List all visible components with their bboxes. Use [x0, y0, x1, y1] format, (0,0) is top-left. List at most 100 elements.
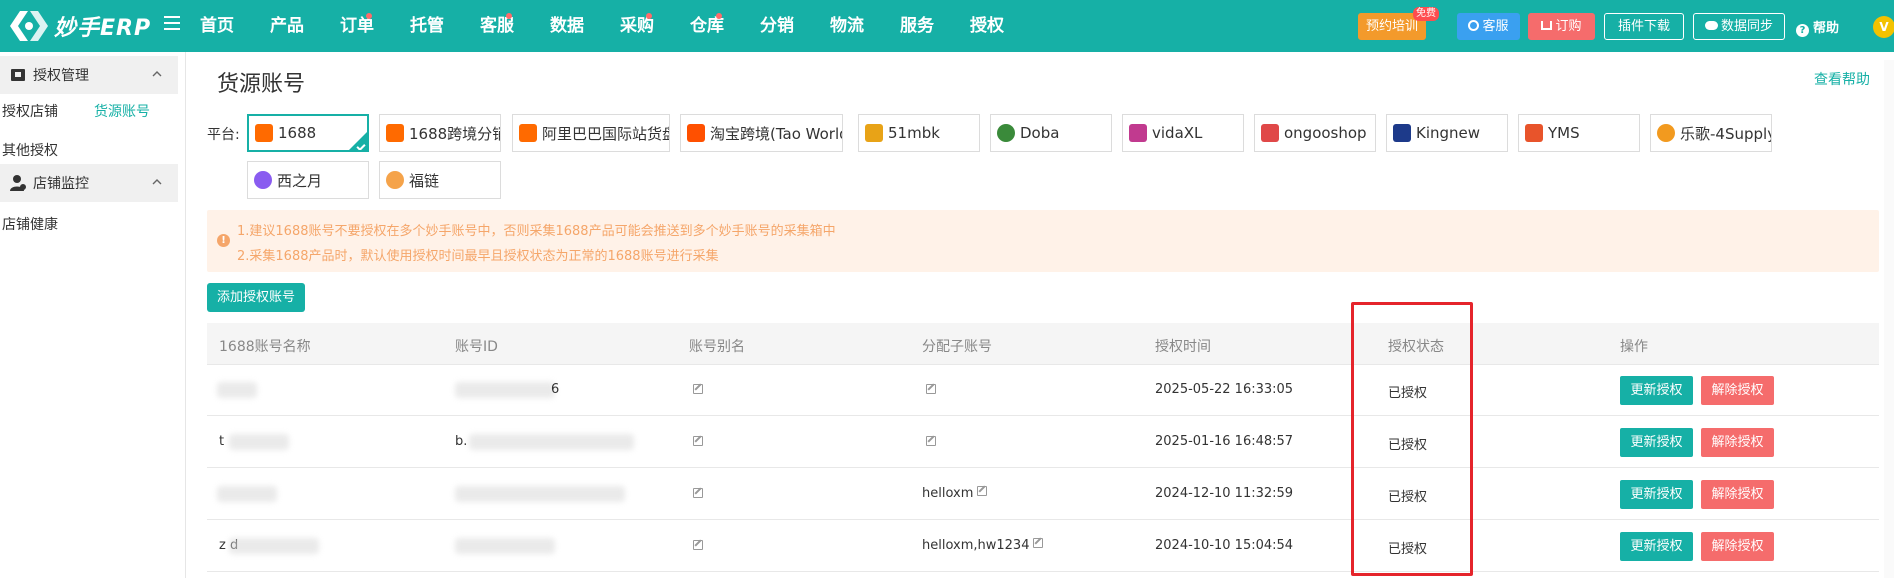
plugin-download-button[interactable]: 插件下载: [1604, 13, 1684, 40]
xizhiyue-icon: [254, 171, 272, 189]
nav-item-services[interactable]: 服务: [900, 0, 970, 52]
nav-item-logistics[interactable]: 物流: [830, 0, 900, 52]
platform-option-xizhiyue[interactable]: 西之月: [247, 161, 369, 199]
sidebar-item-authorized-stores[interactable]: 授权店铺: [2, 101, 58, 121]
add-authorized-account-button[interactable]: 添加授权账号: [207, 283, 305, 312]
kingnew-icon: [1393, 124, 1411, 142]
order-button[interactable]: 订购: [1528, 13, 1595, 40]
notice-line-2: 2.采集1688产品时，默认使用授权时间最早且授权状态为正常的1688账号进行采…: [237, 249, 719, 264]
store-icon: [11, 69, 25, 81]
auth-time: 2024-10-10 15:04:54: [1155, 538, 1294, 553]
edit-alias-icon[interactable]: [693, 488, 703, 498]
edit-subaccount-icon[interactable]: [977, 486, 988, 496]
nav-item-purchase[interactable]: 采购: [620, 0, 690, 52]
revoke-auth-button[interactable]: 解除授权: [1701, 376, 1774, 405]
logo[interactable]: 妙手ERP: [8, 8, 151, 44]
data-sync-button[interactable]: 数据同步: [1693, 13, 1785, 40]
platform-option-51mbk[interactable]: 51mbk: [858, 114, 980, 152]
platform-option-1688-cross-border[interactable]: 1688跨境分销: [379, 114, 501, 152]
column-header-auth-time: 授权时间: [1155, 339, 1211, 355]
nav-item-home[interactable]: 首页: [200, 0, 270, 52]
sidebar-item-store-health[interactable]: 店铺健康: [2, 214, 58, 234]
platform-option-vidaxl[interactable]: vidaXL: [1122, 114, 1244, 152]
chevron-up-icon: [152, 71, 162, 77]
platform-option-taobao-world[interactable]: 淘宝跨境(Tao World): [680, 114, 843, 152]
account-name: t: [219, 434, 225, 449]
platform-option-doba[interactable]: Doba: [990, 114, 1112, 152]
help-link[interactable]: ? 帮助: [1796, 17, 1839, 37]
redacted-id: [469, 434, 634, 450]
update-auth-button[interactable]: 更新授权: [1620, 376, 1693, 405]
question-icon: ?: [1796, 24, 1809, 37]
platform-option-1688[interactable]: 1688: [247, 114, 369, 152]
table-row: helloxm 2024-12-10 11:32:59 已授权 更新授权 解除授…: [207, 469, 1879, 520]
user-monitor-icon: [10, 175, 26, 191]
chevron-up-icon: [152, 179, 162, 185]
edit-alias-icon[interactable]: [693, 540, 703, 550]
edit-alias-icon[interactable]: [693, 384, 703, 394]
edit-subaccount-icon[interactable]: [926, 436, 936, 446]
alibaba-icon: [519, 124, 537, 142]
account-id: 6: [551, 382, 560, 397]
logo-icon: [10, 11, 48, 41]
nav-item-authorization[interactable]: 授权: [970, 0, 1040, 52]
main-nav: 首页 产品 订单 托管 客服 数据 采购 仓库 分销 物流 服务 授权: [200, 0, 1040, 52]
logo-text: 妙手ERP: [54, 16, 152, 41]
nav-item-data[interactable]: 数据: [550, 0, 620, 52]
notification-dot: [716, 13, 722, 19]
menu-toggle-icon[interactable]: [164, 16, 180, 32]
redacted-id: [455, 382, 555, 398]
column-header-actions: 操作: [1620, 339, 1648, 355]
status-column-highlight: [1351, 302, 1473, 576]
cloud-icon: [1704, 21, 1718, 30]
scrollbar[interactable]: [1884, 60, 1894, 578]
platform-option-alibaba[interactable]: 阿里巴巴国际站货盘: [512, 114, 670, 152]
platform-option-fulian[interactable]: 福链: [379, 161, 501, 199]
redacted-id: [455, 538, 555, 554]
edit-alias-icon[interactable]: [693, 436, 703, 446]
view-help-link[interactable]: 查看帮助: [1814, 69, 1870, 89]
edit-subaccount-icon[interactable]: [926, 384, 936, 394]
platform-option-ongooshop[interactable]: ongooshop: [1254, 114, 1376, 152]
platform-label: 平台:: [207, 127, 240, 143]
edit-subaccount-icon[interactable]: [1033, 538, 1044, 548]
nav-item-hosting[interactable]: 托管: [410, 0, 480, 52]
51mbk-icon: [865, 124, 883, 142]
sidebar-item-other-auth[interactable]: 其他授权: [2, 140, 58, 160]
notification-dot: [366, 13, 372, 19]
update-auth-button[interactable]: 更新授权: [1620, 480, 1693, 509]
update-auth-button[interactable]: 更新授权: [1620, 428, 1693, 457]
sidebar-group-auth-management[interactable]: 授权管理: [0, 56, 178, 94]
notice-line-1: 1.建议1688账号不要授权在多个妙手账号中，否则采集1688产品可能会推送到多…: [237, 224, 836, 239]
subaccount-value: helloxm: [922, 486, 988, 501]
redacted-name: [229, 434, 289, 450]
1688-icon: [386, 124, 404, 142]
update-auth-button[interactable]: 更新授权: [1620, 532, 1693, 561]
taobao-icon: [687, 124, 705, 142]
column-header-subaccount: 分配子账号: [922, 339, 992, 355]
sidebar-item-source-accounts[interactable]: 货源账号: [94, 101, 150, 121]
nav-item-products[interactable]: 产品: [270, 0, 340, 52]
auth-time: 2024-12-10 11:32:59: [1155, 486, 1294, 501]
doba-icon: [997, 124, 1015, 142]
nav-item-customer-service[interactable]: 客服: [480, 0, 550, 52]
fulian-icon: [386, 171, 404, 189]
platform-option-yms[interactable]: YMS: [1518, 114, 1640, 152]
column-header-alias: 账号别名: [689, 339, 745, 355]
nav-item-warehouse[interactable]: 仓库: [690, 0, 760, 52]
redacted-name: [229, 538, 319, 554]
revoke-auth-button[interactable]: 解除授权: [1701, 480, 1774, 509]
redacted-name: [217, 486, 277, 502]
platform-option-kingnew[interactable]: Kingnew: [1386, 114, 1508, 152]
nav-item-distribution[interactable]: 分销: [760, 0, 830, 52]
auth-time: 2025-05-22 16:33:05: [1155, 382, 1294, 397]
yms-icon: [1525, 124, 1543, 142]
avatar[interactable]: V: [1873, 16, 1894, 38]
nav-item-orders[interactable]: 订单: [340, 0, 410, 52]
training-button[interactable]: 预约培训 免费: [1358, 7, 1439, 40]
revoke-auth-button[interactable]: 解除授权: [1701, 532, 1774, 561]
revoke-auth-button[interactable]: 解除授权: [1701, 428, 1774, 457]
platform-option-4supply[interactable]: 乐歌-4Supply: [1650, 114, 1772, 152]
service-button[interactable]: 客服: [1457, 13, 1520, 40]
sidebar-group-store-monitor[interactable]: 店铺监控: [0, 164, 178, 202]
